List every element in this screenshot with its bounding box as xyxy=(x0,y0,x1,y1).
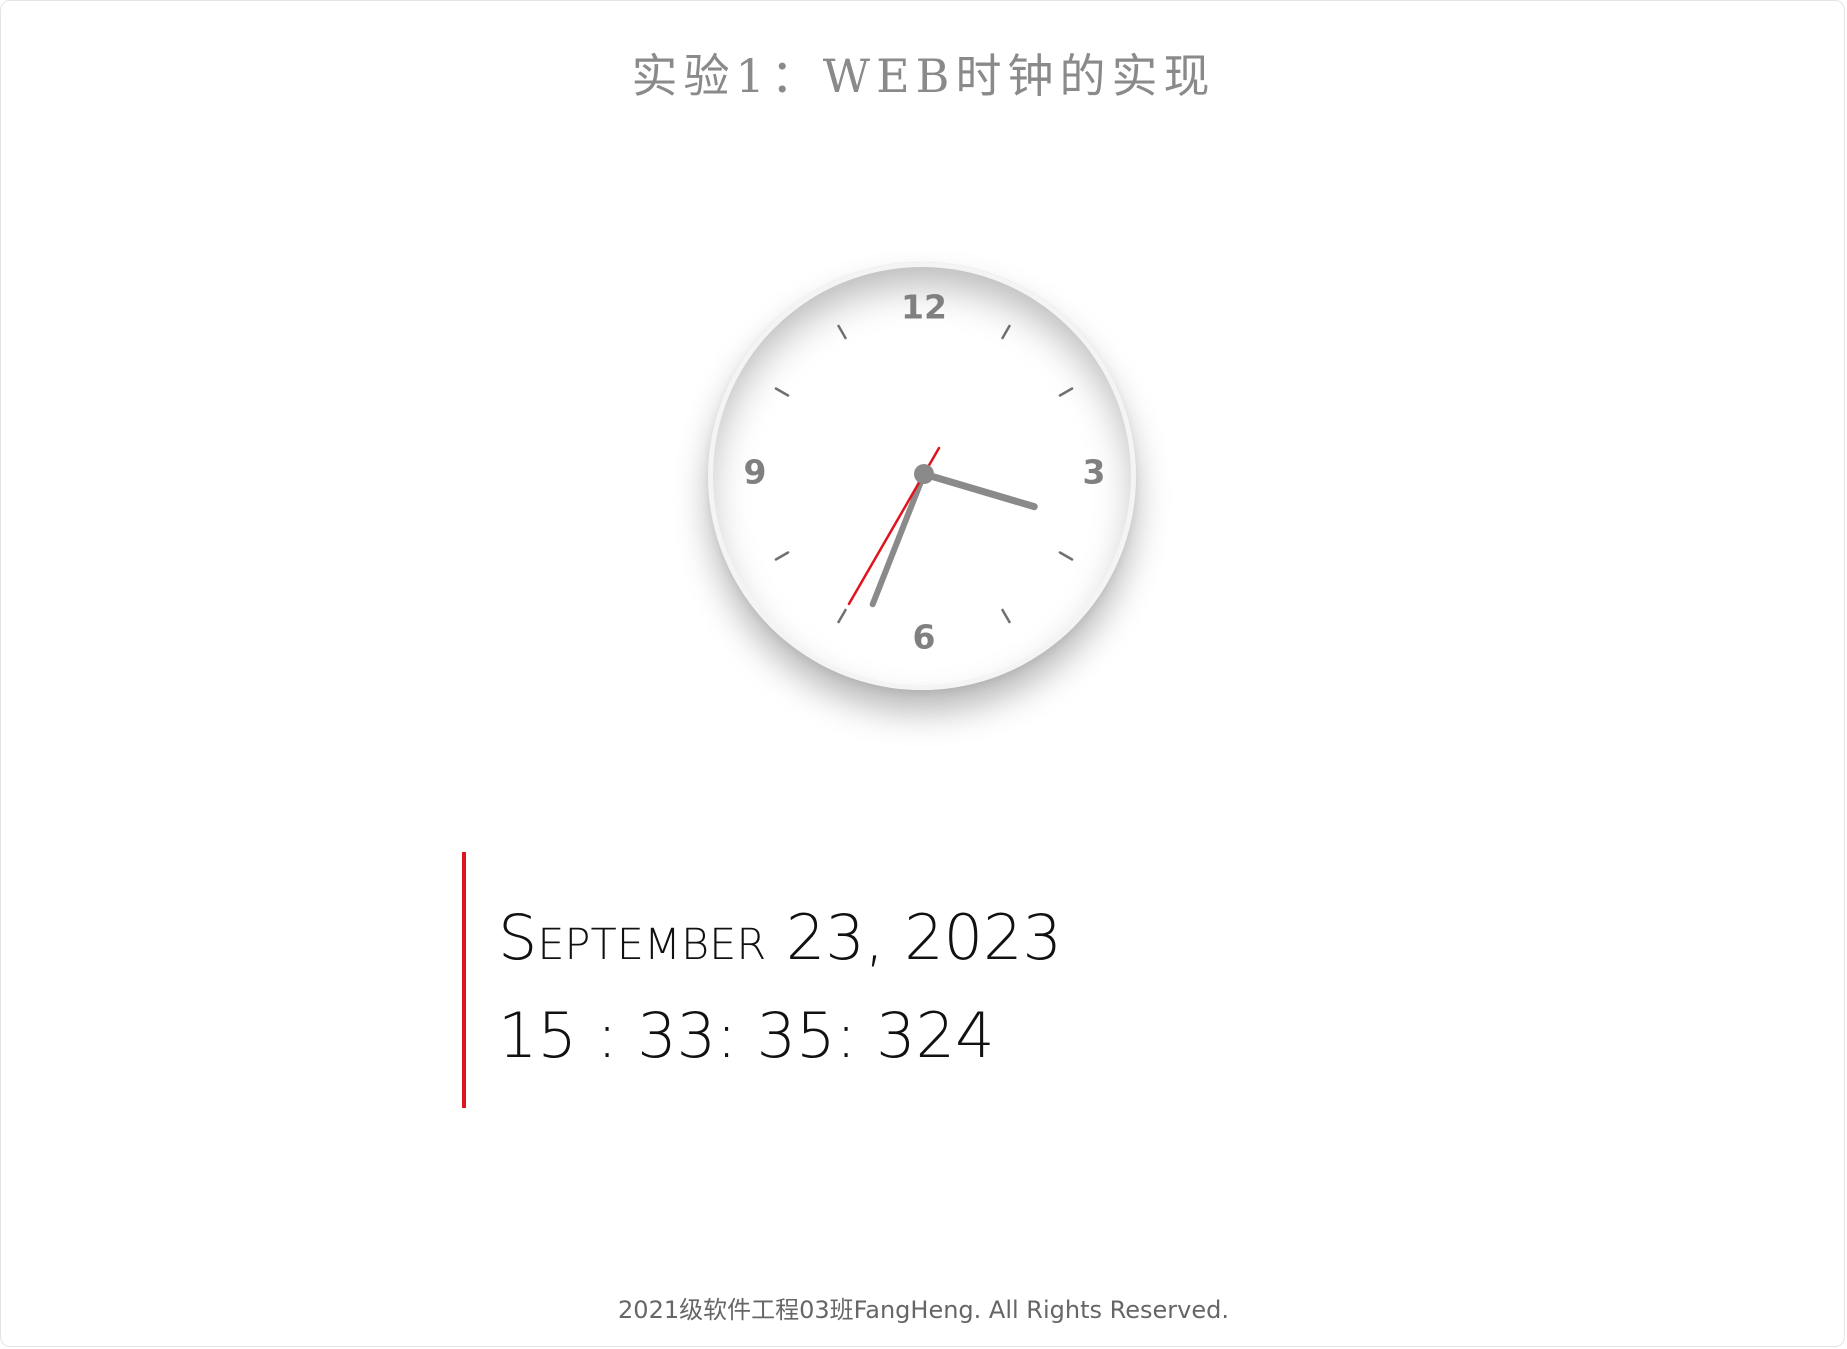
clock-number-9: 9 xyxy=(744,453,767,492)
minute-hand xyxy=(869,471,927,608)
datetime-panel: September 23, 2023 15 : 33: 35: 324 xyxy=(462,852,1166,1108)
clock-number-6: 6 xyxy=(913,618,936,657)
page-title: 实验1：WEB时钟的实现 xyxy=(631,49,1216,103)
clock-center-dot xyxy=(914,464,934,484)
clock-number-12: 12 xyxy=(901,288,947,327)
clock-number-3: 3 xyxy=(1083,453,1106,492)
hour-hand xyxy=(920,470,1038,511)
analog-clock: 12 3 6 9 xyxy=(708,262,1136,690)
clock-face: 12 3 6 9 xyxy=(744,288,1106,657)
time-display: 15 : 33: 35: 324 xyxy=(498,999,995,1072)
clock-tick-7 xyxy=(837,608,847,624)
footer-copyright: 2021级软件工程03班FangHeng. All Rights Reserve… xyxy=(618,1296,1229,1324)
clock-tick-11 xyxy=(837,324,847,340)
date-display: September 23, 2023 xyxy=(498,901,1062,974)
clock-tick-2 xyxy=(1058,387,1074,397)
clock-tick-8 xyxy=(774,551,790,561)
clock-tick-4 xyxy=(1058,551,1074,561)
clock-tick-10 xyxy=(774,387,790,397)
clock-tick-1 xyxy=(1001,324,1011,340)
clock-tick-5 xyxy=(1001,608,1011,624)
